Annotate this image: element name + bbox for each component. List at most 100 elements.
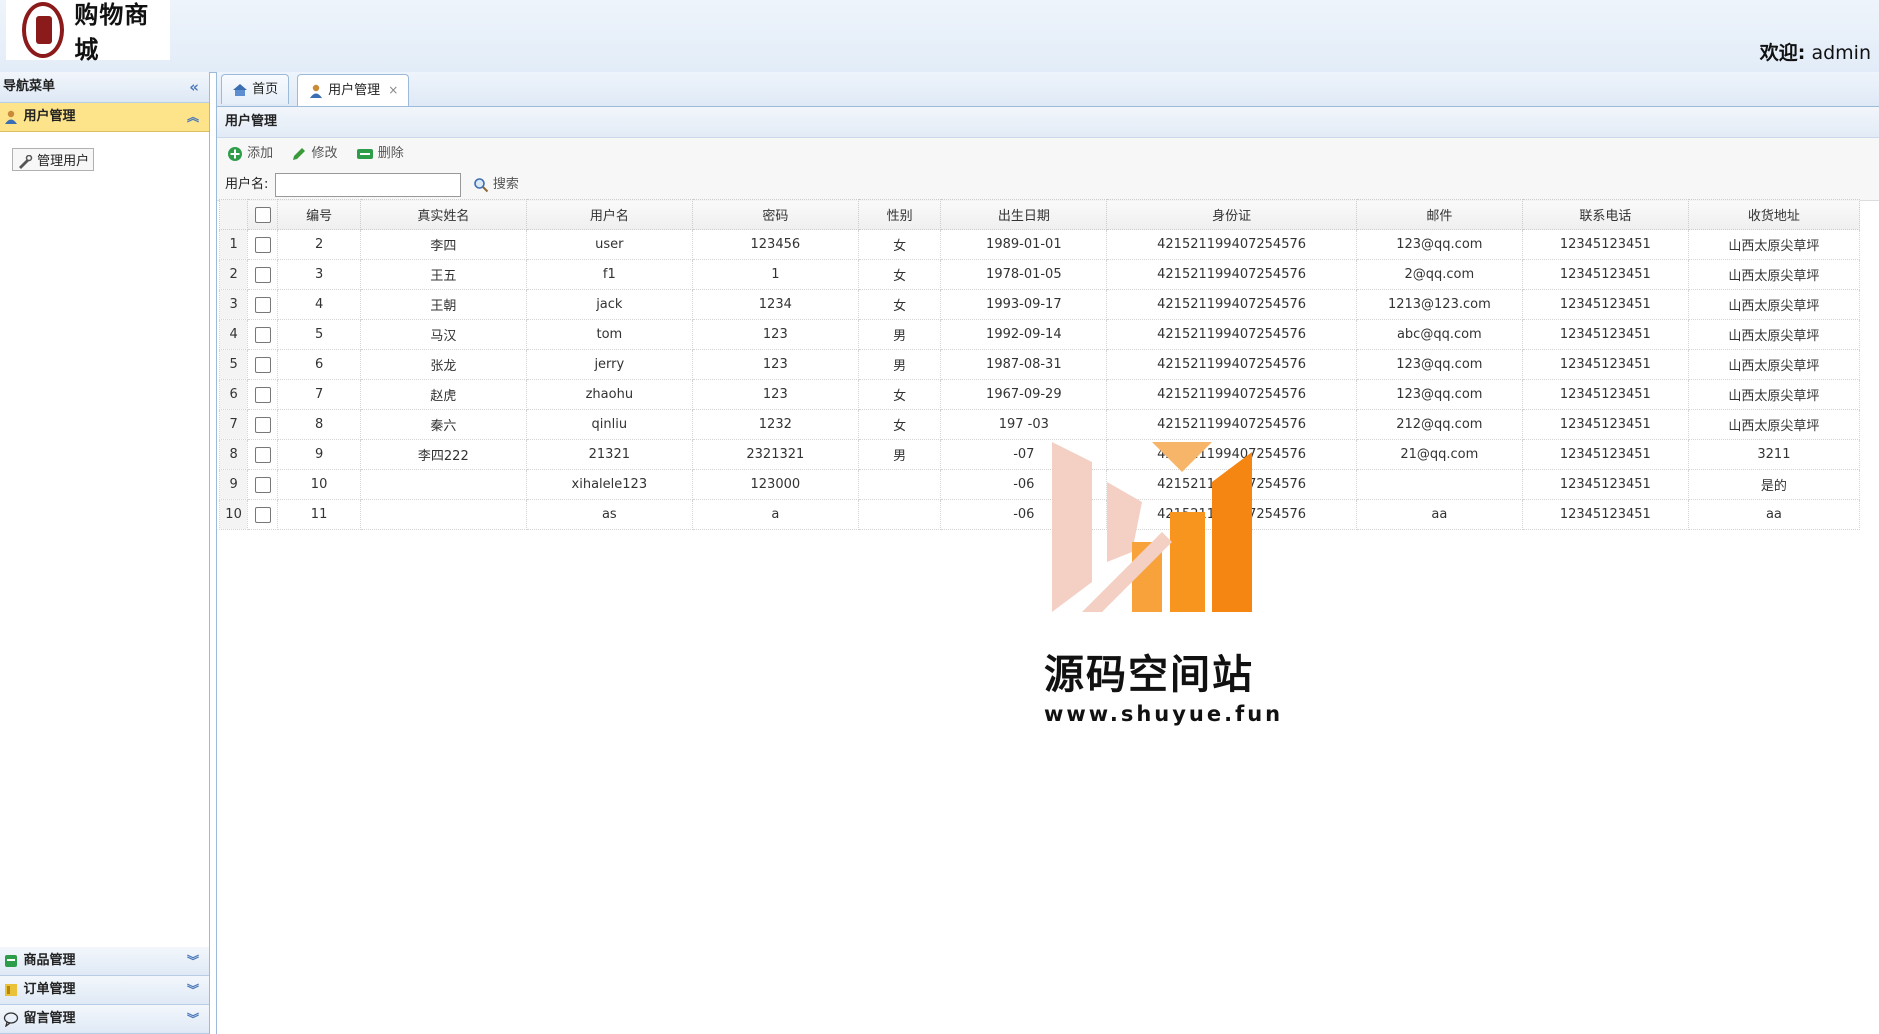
column-header[interactable]: 性别	[857, 199, 942, 230]
edit-label: 修改	[311, 146, 338, 161]
panel-title: 用户管理	[217, 107, 1879, 138]
chevron-up-icon[interactable]: ︽	[187, 103, 199, 131]
tab-label: 首页	[252, 82, 279, 97]
table-row[interactable]: 3 4 王朝 jack 1234 女 1993-09-17 42152119940725457…	[218, 289, 1861, 320]
column-header[interactable]: 出生日期	[940, 199, 1108, 230]
table-cell: 男	[857, 439, 942, 470]
row-number: 6	[218, 379, 249, 410]
table-row[interactable]: 7 8 秦六 qinliu 1232 女 197 -03 421521199407254576…	[218, 409, 1861, 440]
table-cell: 男	[857, 349, 942, 380]
table-cell: 1213@123.com	[1355, 289, 1523, 320]
row-number: 3	[218, 289, 249, 320]
row-number: 9	[218, 469, 249, 500]
search-button[interactable]: 搜索	[473, 177, 519, 192]
add-button[interactable]: 添加	[227, 138, 273, 170]
table-cell: 是的	[1687, 469, 1861, 500]
table-cell: 7	[277, 379, 361, 410]
table-cell: 421521199407254576	[1106, 379, 1357, 410]
nav-panel-body: 管理用户	[0, 132, 209, 902]
column-header[interactable]: 密码	[691, 199, 859, 230]
table-row[interactable]: 5 6 张龙 jerry 123 男 1987-08-31 42152119940725457…	[218, 349, 1861, 380]
row-checkbox[interactable]	[254, 296, 271, 313]
table-cell: 9	[277, 439, 361, 470]
row-checkbox[interactable]	[254, 386, 271, 403]
tab-home[interactable]: 首页	[221, 74, 290, 104]
row-checkbox[interactable]	[254, 326, 271, 343]
column-header[interactable]: 身份证	[1106, 199, 1357, 230]
column-header[interactable]: 真实姓名	[359, 199, 527, 230]
table-row[interactable]: 1011asa-06421521199407254576aa1234512345…	[218, 499, 1861, 530]
row-select-cell	[247, 259, 279, 290]
nav-panel-products[interactable]: 商品管理 ︾	[0, 947, 209, 976]
table-row[interactable]: 6 7 赵虎 zhaohu 123 女 1967-09-29 4215211994072545…	[218, 379, 1861, 410]
table-row[interactable]: 1 2 李四 user 123456 女 1989-01-01 421521199407254…	[218, 229, 1861, 260]
row-checkbox[interactable]	[254, 506, 271, 523]
table-cell: 山西太原尖草坪	[1687, 319, 1861, 350]
table-row[interactable]: 2 3 王五 f1 1 女 1978-01-05 421521199407254576 2@qq…	[218, 259, 1861, 290]
row-checkbox[interactable]	[254, 476, 271, 493]
table-cell: 1987-08-31	[940, 349, 1108, 380]
nav-item-label: 管理用户	[37, 154, 90, 169]
table-cell: 女	[857, 409, 942, 440]
table-cell	[857, 499, 942, 530]
row-checkbox[interactable]	[254, 266, 271, 283]
column-header[interactable]: 用户名	[525, 199, 693, 230]
table-cell: 123000	[691, 469, 859, 500]
welcome-user: admin	[1811, 42, 1871, 64]
search-label: 用户名:	[225, 177, 269, 192]
nav-item-manage-users[interactable]: 管理用户	[12, 148, 95, 171]
nav-panel-messages[interactable]: 留言管理 ︾	[0, 1005, 209, 1034]
table-cell: 1232	[691, 409, 859, 440]
row-checkbox[interactable]	[254, 416, 271, 433]
table-cell: 123@qq.com	[1355, 379, 1523, 410]
select-all-checkbox[interactable]	[254, 206, 271, 223]
table-row[interactable]: 8 9 李四222 21321 2321321 男 -07 42152119940725457…	[218, 439, 1861, 470]
chevron-down-icon[interactable]: ︾	[187, 947, 199, 975]
navigation-sidebar: 导航菜单 « 用户管理 ︽ 管理用户 商品管理 ︾ 订单管理 ︾ 留言管理 ︾	[0, 72, 210, 1034]
chevron-down-icon[interactable]: ︾	[187, 1005, 199, 1033]
table-cell: qinliu	[525, 409, 693, 440]
edit-button[interactable]: 修改	[291, 138, 337, 170]
table-cell: 123	[691, 319, 859, 350]
column-header[interactable]: 邮件	[1355, 199, 1523, 230]
row-checkbox[interactable]	[254, 356, 271, 373]
row-checkbox[interactable]	[254, 446, 271, 463]
nav-panel-users[interactable]: 用户管理 ︽	[0, 103, 209, 132]
username-search-input[interactable]	[274, 172, 461, 197]
nav-panel-orders[interactable]: 订单管理 ︾	[0, 976, 209, 1005]
toolbar: 添加 修改 删除	[217, 138, 1879, 170]
table-cell: 马汉	[359, 319, 527, 350]
table-cell: 1978-01-05	[940, 259, 1108, 290]
table-cell: 12345123451	[1521, 349, 1689, 380]
row-number: 5	[218, 349, 249, 380]
logo: 购物商城	[6, 0, 170, 64]
row-checkbox[interactable]	[254, 236, 271, 253]
table-cell: 421521199407254576	[1106, 289, 1357, 320]
chevron-down-icon[interactable]: ︾	[187, 976, 199, 1004]
table-cell: 山西太原尖草坪	[1687, 379, 1861, 410]
row-number: 7	[218, 409, 249, 440]
table-row[interactable]: 4 5 马汉 tom 123 男 1992-09-14 421521199407254576 a…	[218, 319, 1861, 350]
delete-button[interactable]: 删除	[356, 138, 404, 170]
table-cell: 张龙	[359, 349, 527, 380]
user-icon	[5, 110, 17, 124]
column-header[interactable]: 联系电话	[1521, 199, 1689, 230]
collapse-sidebar-icon[interactable]: «	[189, 72, 199, 102]
table-cell: 12345123451	[1521, 289, 1689, 320]
logo-text: 购物商城	[74, 0, 150, 64]
plus-icon	[228, 146, 242, 161]
row-select-cell	[247, 409, 279, 440]
table-cell: 赵虎	[359, 379, 527, 410]
column-header[interactable]: 编号	[277, 199, 361, 230]
table-row[interactable]: 910xihalele123123000-0642152119940725457…	[218, 469, 1861, 500]
table-cell: 女	[857, 289, 942, 320]
tab-user-management[interactable]: 用户管理 ×	[297, 74, 410, 106]
table-cell: 12345123451	[1521, 379, 1689, 410]
watermark-url: www.shuyue.fun	[1044, 702, 1284, 726]
close-icon[interactable]: ×	[388, 83, 398, 97]
table-cell: 秦六	[359, 409, 527, 440]
table-cell: 1234	[691, 289, 859, 320]
row-number: 1	[218, 229, 249, 260]
column-header[interactable]: 收货地址	[1687, 199, 1861, 230]
table-cell: 12345123451	[1521, 229, 1689, 260]
